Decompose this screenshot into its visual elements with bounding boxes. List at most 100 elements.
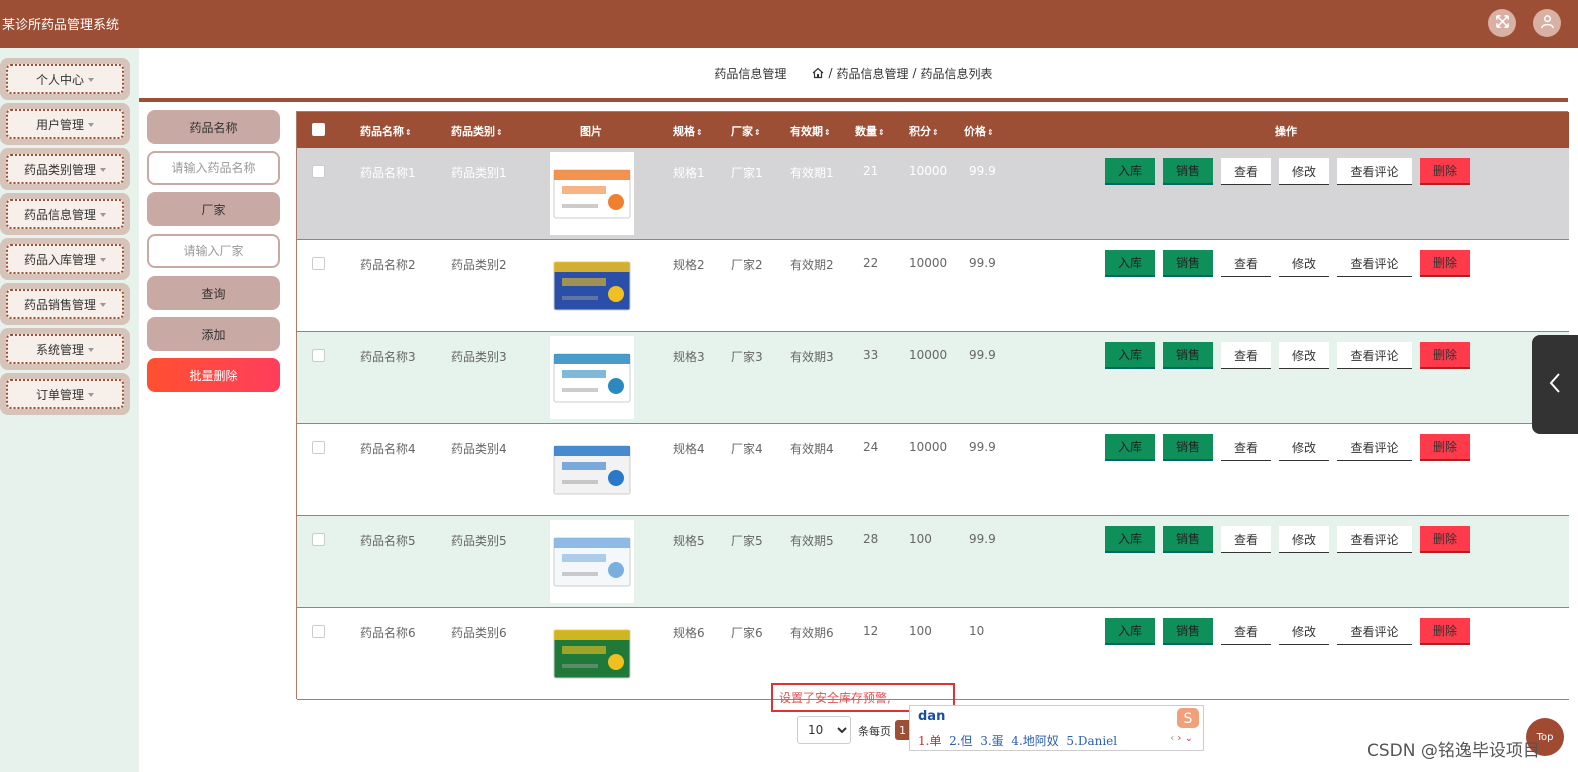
sort-icon: ⇕	[496, 128, 503, 137]
cell-expiry: 有效期1	[790, 166, 834, 180]
ime-candidate[interactable]: 1.单	[918, 734, 941, 748]
cell-maker: 厂家5	[731, 534, 763, 548]
delete-button[interactable]: 删除	[1420, 434, 1470, 461]
sort-icon: ⇕	[754, 128, 761, 137]
chevron-down-icon	[88, 348, 94, 352]
page-size-select[interactable]: 10	[797, 716, 851, 744]
edit-button[interactable]: 修改	[1279, 250, 1329, 277]
edit-button[interactable]: 修改	[1279, 158, 1329, 185]
row-checkbox[interactable]	[312, 257, 325, 270]
cell-points: 10000	[909, 440, 948, 454]
col-expiry[interactable]: 有效期⇕	[790, 123, 831, 139]
cell-maker: 厂家4	[731, 442, 763, 456]
col-name[interactable]: 药品名称⇕	[360, 123, 412, 139]
sidebar-item-personal-center[interactable]: 个人中心	[0, 58, 130, 100]
view-reviews-button[interactable]: 查看评论	[1337, 526, 1412, 553]
view-reviews-button[interactable]: 查看评论	[1337, 434, 1412, 461]
delete-button[interactable]: 删除	[1420, 526, 1470, 553]
row-checkbox[interactable]	[312, 349, 325, 362]
view-reviews-button[interactable]: 查看评论	[1337, 342, 1412, 369]
side-panel-toggle[interactable]	[1532, 335, 1578, 434]
chevron-left-icon: ‹	[1170, 733, 1175, 744]
sidebar-item-orders[interactable]: 订单管理	[0, 373, 130, 415]
row-checkbox[interactable]	[312, 533, 325, 546]
edit-button[interactable]: 修改	[1279, 618, 1329, 645]
fullscreen-button[interactable]	[1488, 9, 1516, 37]
stock-in-button[interactable]: 入库	[1105, 158, 1155, 185]
stock-in-button[interactable]: 入库	[1105, 250, 1155, 277]
sort-icon: ⇕	[987, 128, 994, 137]
query-button[interactable]: 查询	[147, 276, 280, 310]
breadcrumb: 药品信息管理 / 药品信息管理 / 药品信息列表	[139, 48, 1568, 102]
cell-quantity: 12	[863, 624, 879, 638]
view-reviews-button[interactable]: 查看评论	[1337, 158, 1412, 185]
sidebar-item-drug-category[interactable]: 药品类别管理	[0, 148, 130, 190]
col-price[interactable]: 价格⇕	[964, 123, 994, 139]
sidebar-item-label: 个人中心	[35, 72, 84, 87]
row-checkbox[interactable]	[312, 165, 325, 178]
ime-candidate[interactable]: 5.Daniel	[1066, 734, 1117, 748]
edit-button[interactable]: 修改	[1279, 526, 1329, 553]
view-button[interactable]: 查看	[1221, 434, 1271, 461]
view-button[interactable]: 查看	[1221, 158, 1271, 185]
col-points[interactable]: 积分⇕	[909, 123, 939, 139]
sidebar-item-label: 药品销售管理	[23, 297, 96, 312]
sell-button[interactable]: 销售	[1163, 618, 1213, 645]
cell-category: 药品类别3	[451, 350, 507, 364]
view-reviews-button[interactable]: 查看评论	[1337, 618, 1412, 645]
sell-button[interactable]: 销售	[1163, 434, 1213, 461]
row-checkbox[interactable]	[312, 625, 325, 638]
cell-category: 药品类别5	[451, 534, 507, 548]
cell-points: 100	[909, 624, 932, 638]
edit-button[interactable]: 修改	[1279, 342, 1329, 369]
select-all-checkbox[interactable]	[312, 123, 325, 136]
view-button[interactable]: 查看	[1221, 250, 1271, 277]
sidebar-item-system[interactable]: 系统管理	[0, 328, 130, 370]
cell-spec: 规格3	[673, 350, 705, 364]
edit-button[interactable]: 修改	[1279, 434, 1329, 461]
user-menu-button[interactable]	[1533, 9, 1561, 37]
sell-button[interactable]: 销售	[1163, 342, 1213, 369]
stock-in-button[interactable]: 入库	[1105, 526, 1155, 553]
sidebar-item-stock-in[interactable]: 药品入库管理	[0, 238, 130, 280]
sell-button[interactable]: 销售	[1163, 250, 1213, 277]
delete-button[interactable]: 删除	[1420, 250, 1470, 277]
delete-button[interactable]: 删除	[1420, 158, 1470, 185]
maker-input[interactable]	[147, 234, 280, 268]
ime-candidate[interactable]: 4.地阿奴	[1011, 734, 1058, 748]
view-button[interactable]: 查看	[1221, 526, 1271, 553]
ime-candidate[interactable]: 2.但	[949, 734, 972, 748]
add-button[interactable]: 添加	[147, 317, 280, 351]
col-spec[interactable]: 规格⇕	[673, 123, 703, 139]
cell-price: 10	[969, 624, 985, 638]
delete-button[interactable]: 删除	[1420, 618, 1470, 645]
user-icon	[1540, 14, 1555, 32]
home-icon[interactable]	[812, 67, 824, 79]
breadcrumb-link-drug-info[interactable]: 药品信息管理	[836, 65, 908, 82]
drug-image	[550, 336, 634, 419]
cell-points: 10000	[909, 164, 948, 178]
stock-in-button[interactable]: 入库	[1105, 618, 1155, 645]
col-category[interactable]: 药品类别⇕	[451, 123, 503, 139]
row-checkbox[interactable]	[312, 441, 325, 454]
sidebar-item-users[interactable]: 用户管理	[0, 103, 130, 145]
stock-in-button[interactable]: 入库	[1105, 342, 1155, 369]
col-quantity[interactable]: 数量⇕	[855, 123, 885, 139]
batch-delete-button[interactable]: 批量删除	[147, 358, 280, 392]
ime-candidate[interactable]: 3.蛋	[980, 734, 1003, 748]
cell-points: 100	[909, 532, 932, 546]
ime-page-nav[interactable]: ‹ › ⌄	[1170, 733, 1193, 744]
view-button[interactable]: 查看	[1221, 342, 1271, 369]
view-button[interactable]: 查看	[1221, 618, 1271, 645]
chevron-down-icon	[88, 123, 94, 127]
sidebar-item-drug-info[interactable]: 药品信息管理	[0, 193, 130, 235]
drug-name-input[interactable]	[147, 151, 280, 185]
delete-button[interactable]: 删除	[1420, 342, 1470, 369]
sell-button[interactable]: 销售	[1163, 158, 1213, 185]
sidebar-item-sales[interactable]: 药品销售管理	[0, 283, 130, 325]
cell-category: 药品类别1	[451, 166, 507, 180]
view-reviews-button[interactable]: 查看评论	[1337, 250, 1412, 277]
col-maker[interactable]: 厂家⇕	[731, 123, 761, 139]
stock-in-button[interactable]: 入库	[1105, 434, 1155, 461]
sell-button[interactable]: 销售	[1163, 526, 1213, 553]
